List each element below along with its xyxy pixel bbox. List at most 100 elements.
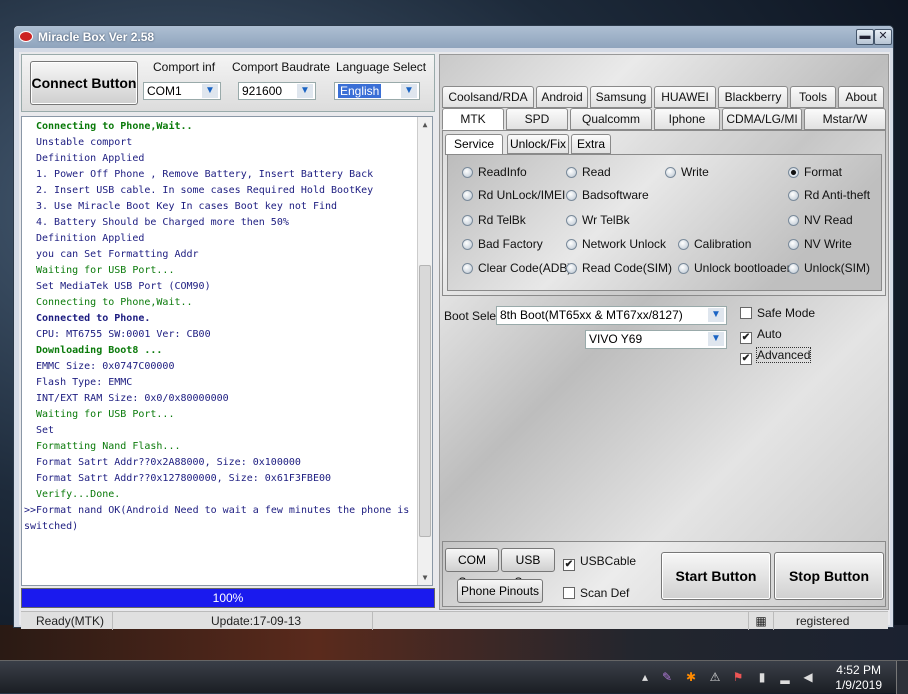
radio-nv-write[interactable]: NV Write	[788, 237, 852, 251]
log-line: Flash Type: EMMC	[36, 377, 133, 388]
subtab-service[interactable]: Service	[445, 134, 503, 155]
radio-calibration[interactable]: Calibration	[678, 237, 751, 251]
subtab-extra[interactable]: Extra	[571, 134, 611, 154]
tab-blackberry[interactable]: Blackberry	[718, 86, 788, 108]
log-line: Definition Applied	[36, 233, 145, 244]
log-line: Set MediaTek USB Port (COM90)	[36, 281, 211, 292]
radio-rd-telbk[interactable]: Rd TelBk	[462, 213, 526, 227]
chevron-down-icon: ▼	[708, 332, 724, 346]
radio-unlock-sim-[interactable]: Unlock(SIM)	[788, 261, 870, 275]
model-select[interactable]: VIVO Y69 ▼	[585, 330, 727, 349]
radio-bad-factory[interactable]: Bad Factory	[462, 237, 543, 251]
radio-dot-icon	[788, 167, 799, 178]
radio-label: Unlock(SIM)	[804, 261, 871, 275]
feather-icon[interactable]: ✎	[660, 670, 674, 684]
tab-huawei[interactable]: HUAWEI	[654, 86, 716, 108]
tray-arrow-icon[interactable]: ▴	[638, 670, 652, 684]
radio-wr-telbk[interactable]: Wr TelBk	[566, 213, 630, 227]
tab-samsung[interactable]: Samsung	[590, 86, 652, 108]
scroll-down-icon[interactable]: ▼	[418, 570, 432, 585]
radio-nv-read[interactable]: NV Read	[788, 213, 853, 227]
tab-coolsand-rda[interactable]: Coolsand/RDA	[442, 86, 534, 108]
tab-about[interactable]: About	[838, 86, 884, 108]
option-advanced-checkbox[interactable]: ✔ Advanced	[740, 347, 812, 365]
log-line: Format Satrt Addr??0x127800000, Size: 0x…	[36, 473, 332, 484]
status-registered: registered	[796, 614, 850, 628]
radio-clear-code-adb-[interactable]: Clear Code(ADB)	[462, 261, 571, 275]
usb-scan-button[interactable]: USB Scan	[501, 548, 555, 589]
radio-label: ReadInfo	[478, 165, 527, 179]
radio-dot-icon	[462, 215, 473, 226]
comport-label: Comport inf	[153, 60, 216, 74]
tab-qualcomm[interactable]: Qualcomm	[570, 108, 652, 130]
title-bar[interactable]: Miracle Box Ver 2.58 ▬ ✕	[14, 26, 893, 48]
service-panel: ReadInfo Read Write Format Rd UnLock/IMEI Bad…	[447, 154, 882, 291]
signal-icon[interactable]: ▂	[778, 670, 792, 684]
tab-tools[interactable]: Tools	[790, 86, 836, 108]
log-line: 4. Battery Should be Charged more then 5…	[36, 217, 289, 228]
connect-button[interactable]: Connect Button	[30, 61, 138, 105]
tab-spd[interactable]: SPD	[506, 108, 568, 130]
radio-read-code-sim-[interactable]: Read Code(SIM)	[566, 261, 672, 275]
log-output[interactable]: ▲ ▼ Connecting to Phone,Wait.. Unstable c…	[21, 116, 433, 586]
log-line: 2. Insert USB cable. In some cases Requi…	[36, 185, 374, 196]
scroll-thumb[interactable]	[419, 265, 431, 537]
language-select[interactable]: English ▼	[334, 82, 420, 100]
radio-label: NV Read	[804, 213, 853, 227]
clock-time: 4:52 PM	[836, 663, 881, 677]
log-line: Downloading Boot8 ...	[36, 345, 163, 356]
com-scan-button[interactable]: COM Scan	[445, 548, 499, 589]
checkbox-box: ✔	[740, 353, 752, 365]
comport-select[interactable]: COM1 ▼	[143, 82, 221, 100]
scan-def-checkbox[interactable]: Scan Def	[563, 586, 629, 600]
radio-rd-anti-theft[interactable]: Rd Anti-theft	[788, 188, 870, 202]
scroll-up-icon[interactable]: ▲	[418, 117, 432, 132]
stop-button[interactable]: Stop Button	[774, 552, 884, 600]
radio-dot-icon	[788, 239, 799, 250]
tab-mtk[interactable]: MTK	[442, 108, 504, 130]
radio-write[interactable]: Write	[665, 165, 709, 179]
radio-label: Calibration	[694, 237, 752, 251]
radio-dot-icon	[462, 239, 473, 250]
radio-unlock-bootloader[interactable]: Unlock bootloader	[678, 261, 791, 275]
log-line: Connecting to Phone,Wait..	[36, 121, 193, 132]
radio-dot-icon	[678, 263, 689, 274]
log-line: Verify...Done.	[36, 489, 121, 500]
radio-read[interactable]: Read	[566, 165, 611, 179]
radio-badsoftware[interactable]: Badsoftware	[566, 188, 649, 202]
close-button[interactable]: ✕	[874, 29, 892, 45]
antivirus-icon[interactable]: ✱	[684, 670, 698, 684]
minimize-button[interactable]: ▬	[856, 29, 874, 45]
power-icon[interactable]: ▮	[755, 670, 769, 684]
log-scrollbar[interactable]: ▲ ▼	[417, 117, 432, 585]
radio-network-unlock[interactable]: Network Unlock	[566, 237, 666, 251]
radio-readinfo[interactable]: ReadInfo	[462, 165, 527, 179]
volume-icon[interactable]: ◀	[801, 670, 815, 684]
tab-iphone[interactable]: Iphone	[654, 108, 720, 130]
baudrate-select[interactable]: 921600 ▼	[238, 82, 316, 100]
boot-select[interactable]: 8th Boot(MT65xx & MT67xx/8127) ▼	[496, 306, 727, 325]
radio-dot-icon	[665, 167, 676, 178]
clock[interactable]: 4:52 PM 1/9/2019	[835, 663, 882, 693]
radio-rd-unlock-imei[interactable]: Rd UnLock/IMEI	[462, 188, 565, 202]
taskbar: ▴ ✎ ✱ ⚠ ⚑ ▮ ▂ ◀ 4:52 PM 1/9/2019	[0, 660, 908, 694]
flag-icon[interactable]: ⚑	[731, 670, 745, 684]
tab-android[interactable]: Android	[536, 86, 588, 108]
log-line: EMMC Size: 0x0747C00000	[36, 361, 175, 372]
tab-cdma-lg-mi[interactable]: CDMA/LG/MI	[722, 108, 802, 130]
radio-dot-icon	[462, 167, 473, 178]
chevron-down-icon: ▼	[708, 308, 724, 322]
network-error-icon[interactable]: ⚠	[708, 670, 722, 684]
tab-mstar-w[interactable]: Mstar/W	[804, 108, 886, 130]
radio-label: Read	[582, 165, 611, 179]
show-desktop-button[interactable]	[896, 661, 908, 694]
phone-pinouts-button[interactable]: Phone Pinouts	[457, 579, 543, 603]
desktop-wallpaper	[0, 625, 908, 660]
usb-cable-checkbox[interactable]: ✔ USBCable	[563, 554, 636, 571]
clock-date: 1/9/2019	[835, 678, 882, 692]
subtab-unlock-fix[interactable]: Unlock/Fix	[507, 134, 569, 154]
start-button[interactable]: Start Button	[661, 552, 771, 600]
option-safe-mode-checkbox[interactable]: Safe Mode	[740, 306, 815, 320]
option-auto-checkbox[interactable]: ✔ Auto	[740, 327, 782, 344]
radio-format[interactable]: Format	[788, 165, 842, 179]
